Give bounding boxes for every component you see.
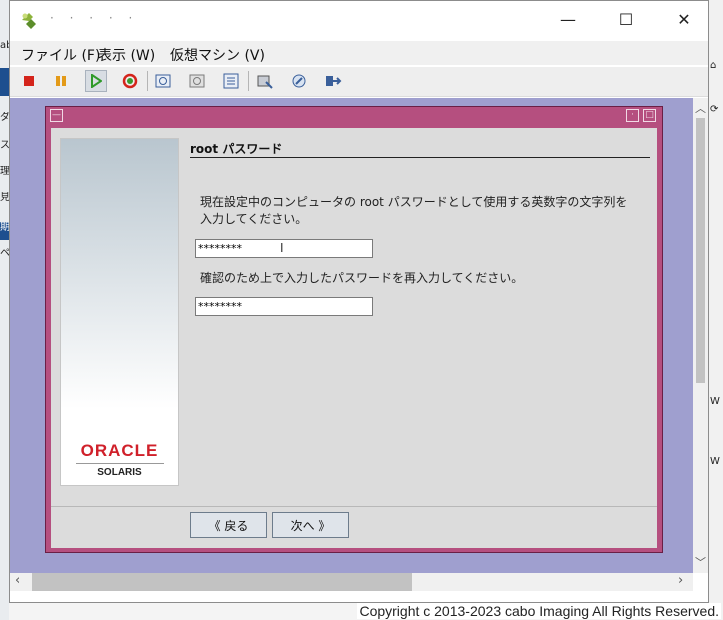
minimize-icon: — bbox=[560, 10, 576, 29]
play-button[interactable] bbox=[85, 70, 107, 92]
logo-divider bbox=[76, 463, 164, 464]
scroll-right-icon[interactable]: › bbox=[678, 573, 683, 588]
scroll-up-icon[interactable]: ︿ bbox=[693, 100, 708, 116]
vm-window: · · · · · — ☐ ✕ ファイル (F) 表示 (W) 仮想マシン (V… bbox=[9, 0, 709, 603]
text-cursor-icon: I bbox=[280, 241, 284, 255]
scroll-left-icon[interactable]: ‹ bbox=[15, 573, 20, 588]
root-password-field[interactable]: ******** bbox=[195, 239, 373, 258]
pause-icon bbox=[56, 76, 66, 86]
manage-snapshots-button[interactable] bbox=[220, 70, 242, 92]
bg-fragment: ab bbox=[0, 40, 9, 51]
restore-snapshot-icon bbox=[189, 74, 205, 88]
bg-fragment: ス bbox=[0, 140, 9, 151]
minimize-button[interactable]: — bbox=[539, 1, 597, 38]
background-right-strip: ⌂ ⟳ W W bbox=[708, 0, 723, 620]
play-icon bbox=[91, 74, 102, 88]
menu-bar: ファイル (F) 表示 (W) 仮想マシン (V) bbox=[10, 41, 708, 65]
settings-button[interactable] bbox=[254, 70, 276, 92]
toolbar bbox=[10, 67, 708, 97]
network-button[interactable] bbox=[322, 70, 344, 92]
vertical-scroll-thumb[interactable] bbox=[696, 118, 705, 383]
horizontal-scrollbar[interactable]: ‹ › bbox=[10, 573, 693, 591]
reset-button[interactable] bbox=[119, 70, 141, 92]
settings-icon bbox=[257, 75, 273, 89]
title-divider bbox=[190, 157, 650, 158]
dialog-title-bar[interactable]: — · □ bbox=[46, 107, 662, 125]
close-icon: ✕ bbox=[677, 10, 691, 29]
back-button[interactable]: 《 戻る bbox=[190, 512, 267, 538]
menu-vm[interactable]: 仮想マシン (V) bbox=[170, 45, 265, 65]
bg-fragment: ⌂ bbox=[710, 60, 717, 71]
vertical-scrollbar[interactable]: ︿ ﹀ bbox=[693, 98, 708, 573]
menu-view[interactable]: 表示 (W) bbox=[98, 45, 155, 65]
title-bar[interactable]: · · · · · — ☐ ✕ bbox=[10, 1, 708, 38]
vm-screen[interactable]: — · □ ORACLE SOLARIS root パスワード 現在設定中のコン… bbox=[10, 98, 693, 573]
pause-button[interactable] bbox=[50, 70, 72, 92]
toolbar-separator bbox=[147, 71, 148, 91]
reset-icon bbox=[122, 73, 138, 89]
background-left-strip: ab ダ ス 理 見 期 ペ bbox=[0, 0, 9, 620]
dialog-minimize-icon[interactable]: · bbox=[626, 109, 639, 122]
bg-fragment: 理 bbox=[0, 166, 9, 177]
network-icon bbox=[326, 76, 342, 86]
dialog-maximize-icon[interactable]: □ bbox=[643, 109, 656, 122]
snapshot-button[interactable] bbox=[152, 70, 174, 92]
confirm-password-label: 確認のため上で入力したパスワードを再入力してください。 bbox=[200, 271, 524, 285]
bg-fragment: W bbox=[710, 456, 720, 467]
bg-fragment: W bbox=[710, 396, 720, 407]
bg-fragment: 期 bbox=[0, 222, 9, 240]
stop-button[interactable] bbox=[18, 70, 40, 92]
close-button[interactable]: ✕ bbox=[655, 1, 713, 38]
snapshot-icon bbox=[155, 74, 171, 88]
bg-fragment: ペ bbox=[0, 248, 9, 259]
horizontal-scroll-thumb[interactable] bbox=[32, 573, 412, 591]
maximize-icon: ☐ bbox=[618, 10, 634, 29]
next-button[interactable]: 次へ 》 bbox=[272, 512, 349, 538]
tools-icon bbox=[292, 74, 306, 88]
installer-dialog: — · □ ORACLE SOLARIS root パスワード 現在設定中のコン… bbox=[45, 106, 663, 553]
oracle-logo: ORACLE bbox=[80, 441, 159, 460]
toolbar-separator bbox=[248, 71, 249, 91]
dialog-body: ORACLE SOLARIS root パスワード 現在設定中のコンピュータの … bbox=[51, 128, 657, 548]
instruction-line-1: 現在設定中のコンピュータの root パスワードとして使用する英数字の文字列を bbox=[200, 195, 628, 209]
stop-icon bbox=[24, 76, 34, 86]
page-title: root パスワード bbox=[190, 142, 283, 156]
solaris-label: SOLARIS bbox=[97, 467, 142, 478]
bg-fragment bbox=[0, 68, 9, 96]
maximize-button[interactable]: ☐ bbox=[597, 1, 655, 38]
menu-file[interactable]: ファイル (F) bbox=[21, 45, 100, 65]
confirm-password-field[interactable]: ******** bbox=[195, 297, 373, 316]
dialog-menu-icon[interactable]: — bbox=[50, 109, 63, 122]
button-divider bbox=[51, 506, 657, 507]
scroll-down-icon[interactable]: ﹀ bbox=[693, 554, 708, 570]
manage-snapshots-icon bbox=[223, 73, 239, 89]
bg-fragment: ダ bbox=[0, 112, 9, 123]
app-icon bbox=[22, 13, 36, 29]
bg-fragment: 見 bbox=[0, 192, 9, 203]
side-image-panel: ORACLE SOLARIS bbox=[60, 138, 179, 486]
copyright-text: Copyright c 2013-2023 cabo Imaging All R… bbox=[357, 603, 721, 619]
tools-button[interactable] bbox=[288, 70, 310, 92]
bg-fragment: ⟳ bbox=[710, 104, 719, 115]
restore-snapshot-button[interactable] bbox=[186, 70, 208, 92]
window-title: · · · · · bbox=[50, 11, 139, 25]
instruction-line-2: 入力してください。 bbox=[200, 212, 308, 226]
